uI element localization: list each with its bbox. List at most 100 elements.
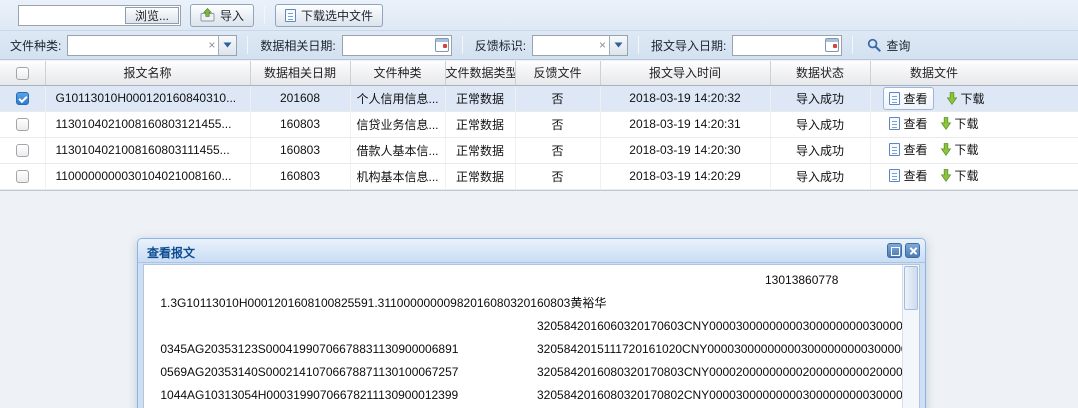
view-button[interactable]: 查看 <box>889 115 927 132</box>
select-all-checkbox[interactable] <box>16 67 29 80</box>
chevron-down-icon[interactable] <box>609 36 627 55</box>
message-line: 1.3G10113010H0001201608100825591.3110000… <box>147 269 902 292</box>
column-header-feedback[interactable]: 反馈文件 <box>515 61 600 85</box>
toolbar-separator <box>852 36 853 54</box>
scrollbar-thumb[interactable] <box>904 266 918 310</box>
maximize-icon[interactable] <box>887 243 902 258</box>
clear-icon[interactable]: × <box>596 38 609 52</box>
document-icon <box>889 117 900 130</box>
toolbar: 浏览... 导入 下载选中文件 文件种类: × 数据相关日期: <box>0 0 1078 60</box>
download-button[interactable]: 下载 <box>940 115 979 132</box>
column-header-name[interactable]: 报文名称 <box>45 61 250 85</box>
view-button[interactable]: 查看 <box>889 141 927 158</box>
column-header-import-time[interactable]: 报文导入时间 <box>600 61 770 85</box>
file-type-cell: 借款人基本信... <box>350 137 445 163</box>
download-button[interactable]: 下载 <box>946 90 985 107</box>
table-row[interactable]: 1130104021008160803121455... 160803 信贷业务… <box>0 111 1078 137</box>
file-type-cell: 信贷业务信息... <box>350 111 445 137</box>
table-row[interactable]: G10113010H000120160840310... 201608 个人信用… <box>0 85 1078 111</box>
message-grid: 报文名称 数据相关日期 文件种类 文件数据类型 反馈文件 报文导入时间 数据状态… <box>0 61 1078 191</box>
import-date-label: 报文导入日期: <box>651 37 726 54</box>
search-icon <box>867 38 881 52</box>
dialog-title: 查看报文 <box>147 244 195 261</box>
column-header-file-type[interactable]: 文件种类 <box>350 61 445 85</box>
import-date-input[interactable] <box>733 37 823 54</box>
row-checkbox[interactable] <box>16 92 29 105</box>
toolbar-separator <box>638 36 639 54</box>
import-date-field[interactable] <box>732 35 842 56</box>
import-time-cell: 2018-03-19 14:20:31 <box>600 111 770 137</box>
message-line: 0345AG20353123S0004199070667883113090000… <box>147 315 902 338</box>
download-icon <box>946 92 958 105</box>
status-cell: 导入成功 <box>770 163 870 189</box>
data-date-field[interactable] <box>342 35 452 56</box>
import-time-cell: 2018-03-19 14:20:29 <box>600 163 770 189</box>
import-time-cell: 2018-03-19 14:20:30 <box>600 137 770 163</box>
file-type-label: 文件种类: <box>10 37 61 54</box>
message-name-cell: 1130104021008160803121455... <box>45 111 250 137</box>
import-button[interactable]: 导入 <box>190 4 254 27</box>
chevron-down-icon[interactable] <box>218 36 236 55</box>
message-name-cell: 1130104021008160803111455... <box>45 137 250 163</box>
query-button[interactable]: 查询 <box>863 35 914 56</box>
column-header-data-date[interactable]: 数据相关日期 <box>250 61 350 85</box>
data-type-cell: 正常数据 <box>445 111 515 137</box>
feedback-flag-input[interactable] <box>533 37 596 54</box>
toolbar-separator <box>264 6 265 24</box>
column-header-data-file[interactable]: 数据文件 <box>870 61 1078 85</box>
select-all-header[interactable] <box>0 61 45 85</box>
download-icon <box>940 143 952 156</box>
calendar-icon[interactable] <box>825 38 839 52</box>
download-selected-button[interactable]: 下载选中文件 <box>275 4 383 27</box>
grid-header-row: 报文名称 数据相关日期 文件种类 文件数据类型 反馈文件 报文导入时间 数据状态… <box>0 61 1078 85</box>
vertical-scrollbar[interactable] <box>902 265 919 408</box>
data-date-cell: 160803 <box>250 111 350 137</box>
clear-icon[interactable]: × <box>205 38 218 52</box>
dialog-content: 1.3G10113010H0001201608100825591.3110000… <box>143 264 920 408</box>
column-header-data-type[interactable]: 文件数据类型 <box>445 61 515 85</box>
message-line: 1044AG10313054H0003199070667821113090001… <box>147 361 902 384</box>
view-button[interactable]: 查看 <box>889 167 927 184</box>
document-icon <box>889 169 900 182</box>
document-icon <box>285 9 296 22</box>
status-cell: 导入成功 <box>770 85 870 111</box>
message-text: 1.3G10113010H0001201608100825591.3110000… <box>144 265 902 408</box>
row-checkbox[interactable] <box>16 118 29 131</box>
download-button[interactable]: 下载 <box>940 167 979 184</box>
data-date-cell: 201608 <box>250 85 350 111</box>
document-icon <box>889 143 900 156</box>
download-icon <box>940 117 952 130</box>
data-type-cell: 正常数据 <box>445 137 515 163</box>
file-path-field[interactable]: 浏览... <box>18 5 181 26</box>
feedback-flag-combo[interactable]: × <box>532 35 628 56</box>
data-date-label: 数据相关日期: <box>260 37 335 54</box>
file-path-input[interactable] <box>21 7 121 24</box>
document-icon <box>889 92 900 105</box>
data-type-cell: 正常数据 <box>445 85 515 111</box>
browse-button[interactable]: 浏览... <box>125 7 179 24</box>
message-name-cell: G10113010H000120160840310... <box>45 85 250 111</box>
download-button[interactable]: 下载 <box>940 141 979 158</box>
view-button[interactable]: 查看 <box>883 87 933 110</box>
file-type-combo[interactable]: × <box>67 35 237 56</box>
message-line: 0569AG20353140S0002141070667887113010006… <box>147 338 902 361</box>
data-date-input[interactable] <box>343 37 433 54</box>
column-header-status[interactable]: 数据状态 <box>770 61 870 85</box>
message-line <box>147 292 902 315</box>
close-icon[interactable] <box>905 243 920 258</box>
status-cell: 导入成功 <box>770 137 870 163</box>
file-type-input[interactable] <box>68 37 205 54</box>
import-time-cell: 2018-03-19 14:20:32 <box>600 85 770 111</box>
table-row[interactable]: 1100000000030104021008160... 160803 机构基本… <box>0 163 1078 189</box>
feedback-cell: 否 <box>515 111 600 137</box>
row-checkbox[interactable] <box>16 144 29 157</box>
table-row[interactable]: 1130104021008160803111455... 160803 借款人基… <box>0 137 1078 163</box>
view-message-dialog: 查看报文 1.3G10113010H0001201608100825591.31… <box>137 238 926 408</box>
calendar-icon[interactable] <box>435 38 449 52</box>
data-date-cell: 160803 <box>250 163 350 189</box>
toolbar-row-filters: 文件种类: × 数据相关日期: 反馈标识: × 报文导入日期: <box>0 31 1078 59</box>
toolbar-separator <box>247 36 248 54</box>
toolbar-row-upload: 浏览... 导入 下载选中文件 <box>0 0 1078 31</box>
dialog-titlebar[interactable]: 查看报文 <box>138 239 925 263</box>
row-checkbox[interactable] <box>16 170 29 183</box>
